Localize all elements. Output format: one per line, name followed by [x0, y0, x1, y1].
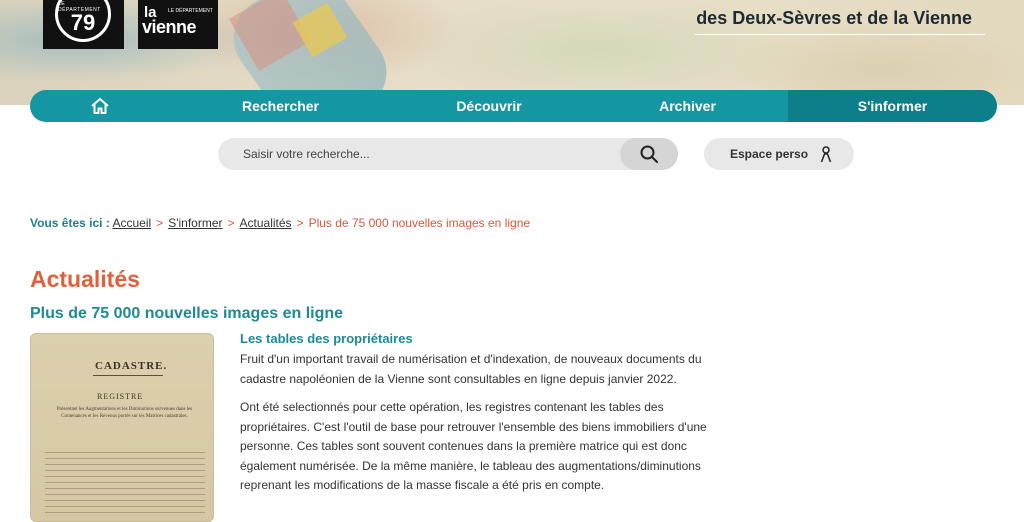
thumbnail-caption: Présentant les Augmentations et les Dimi… — [56, 407, 193, 419]
article-thumbnail[interactable]: CADASTRE. REGISTRE Présentant les Augmen… — [30, 333, 214, 522]
breadcrumb-current: Plus de 75 000 nouvelles images en ligne — [308, 216, 531, 230]
nav-item-archiver[interactable]: Archiver — [587, 90, 788, 122]
vienne-logo[interactable]: la LE DÉPARTEMENT vienne — [138, 0, 218, 49]
search-icon — [640, 145, 658, 163]
nav-item-rechercher[interactable]: Rechercher — [170, 90, 391, 122]
nav-home-button[interactable] — [30, 90, 170, 122]
section-title: Actualités — [30, 266, 140, 292]
article-subtitle: Les tables des propriétaires — [240, 331, 413, 346]
thumbnail-heading: CADASTRE. — [95, 360, 168, 372]
thumbnail-subheading: REGISTRE — [97, 392, 144, 401]
breadcrumb-link-actualites[interactable]: Actualités — [240, 216, 292, 230]
thumbnail-rule — [93, 375, 163, 376]
title-underline — [695, 34, 985, 35]
breadcrumb-link-accueil[interactable]: Accueil — [112, 216, 151, 230]
logo-79-number: 79 — [70, 10, 96, 35]
nav-item-decouvrir[interactable]: Découvrir — [391, 90, 587, 122]
espace-perso-button[interactable]: Espace perso — [704, 138, 854, 170]
search-input[interactable] — [243, 138, 623, 170]
breadcrumb-link-sinformer[interactable]: S'informer — [168, 216, 222, 230]
breadcrumb-separator: > — [296, 216, 304, 230]
article-paragraph: Ont été selectionnés pour cette opératio… — [240, 400, 707, 492]
site-title: des Deux-Sèvres et de la Vienne — [696, 8, 972, 28]
logo-vienne-name: vienne — [142, 17, 197, 37]
breadcrumb-separator: > — [156, 216, 164, 230]
espace-perso-label: Espace perso — [730, 147, 809, 161]
article-paragraph: Fruit d'un important travail de numérisa… — [240, 352, 702, 386]
article-body: Les tables des propriétaires Fruit d'un … — [240, 331, 710, 505]
nav-item-sinformer[interactable]: S'informer — [788, 90, 997, 122]
logo-vienne-small: LE DÉPARTEMENT — [168, 8, 213, 14]
search-bar — [218, 138, 678, 170]
home-icon — [91, 98, 109, 114]
search-button[interactable] — [620, 138, 678, 170]
thumbnail-text-lines — [45, 452, 205, 518]
breadcrumb-label: Vous êtes ici : — [30, 216, 110, 230]
breadcrumb: Vous êtes ici : Accueil > S'informer > Actua… — [30, 216, 530, 230]
user-icon — [820, 146, 832, 163]
article-title: Plus de 75 000 nouvelles images en ligne — [30, 305, 344, 322]
logo-79-circle: LE DÉPARTEMENT 79 — [55, 0, 111, 42]
deux-sevres-logo[interactable]: LE DÉPARTEMENT 79 — [43, 0, 124, 49]
breadcrumb-separator: > — [227, 216, 235, 230]
main-nav: Rechercher Découvrir Archiver S'informer — [30, 90, 997, 122]
